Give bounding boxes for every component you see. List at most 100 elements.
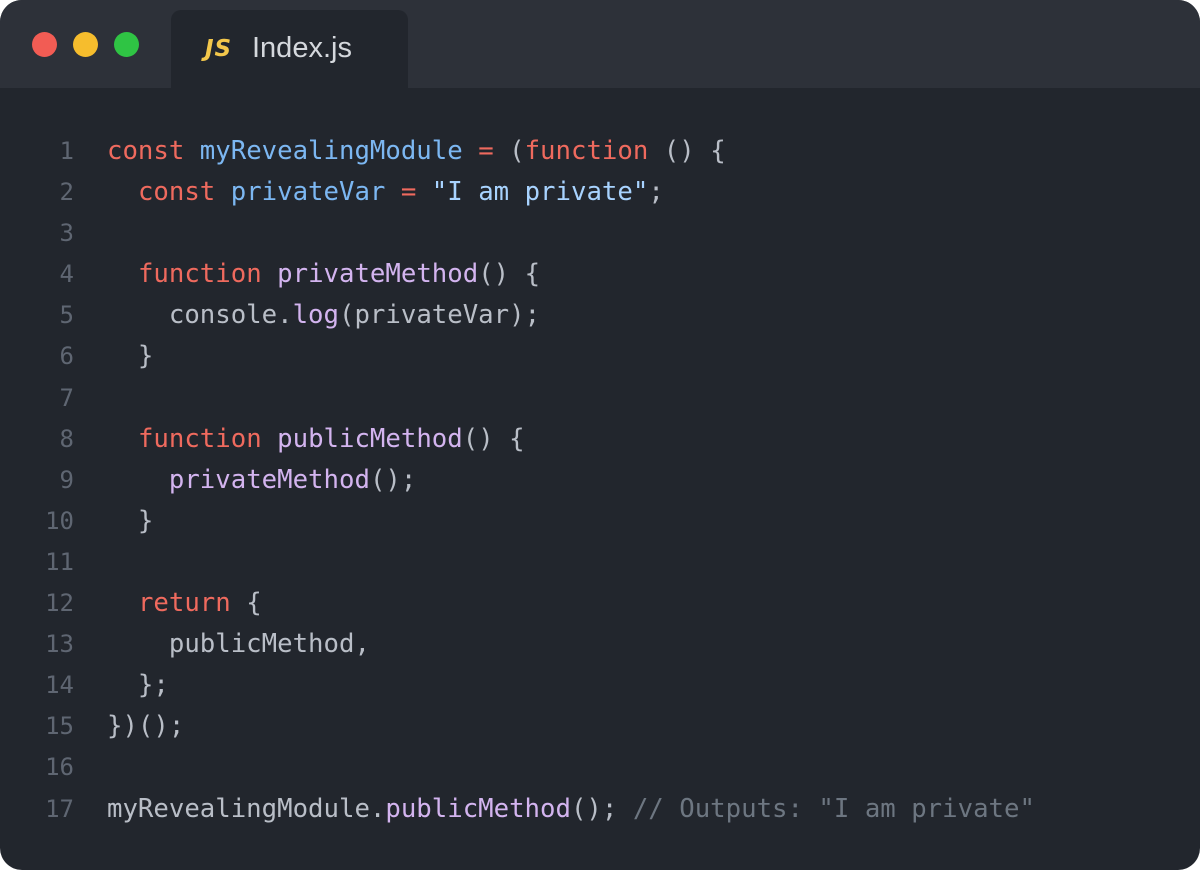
keyword-token: const: [107, 136, 185, 166]
code-line: 3: [0, 213, 1200, 254]
code-line: 16: [0, 747, 1200, 788]
code-line: 14 };: [0, 665, 1200, 706]
code-line: 9 privateMethod();: [0, 460, 1200, 501]
function-token: publicMethod: [385, 793, 571, 824]
line-number: 17: [45, 794, 74, 823]
plain-token: myRevealingModule.: [107, 793, 386, 824]
code-text: }: [107, 501, 153, 542]
code-text: const privateVar = "I am private";: [107, 172, 664, 213]
tab-title: Index.js: [252, 32, 352, 64]
keyword-token: function: [524, 136, 649, 166]
plain-token: () {: [648, 136, 726, 166]
plain-token: ;: [648, 177, 664, 208]
line-number: 10: [45, 506, 74, 535]
code-text: privateMethod();: [107, 460, 416, 501]
code-text: myRevealingModule.publicMethod(); // Out…: [107, 789, 1035, 830]
line-number: 4: [59, 260, 74, 289]
code-text: return {: [107, 583, 262, 624]
function-token: log: [292, 300, 339, 331]
javascript-file-icon: JS: [205, 36, 233, 62]
line-number: 8: [59, 424, 74, 453]
code-line: 12 return {: [0, 583, 1200, 624]
code-line: 7: [0, 378, 1200, 419]
line-number: 15: [45, 712, 74, 741]
tab-index-js[interactable]: JS Index.js: [171, 10, 408, 88]
keyword-token: =: [400, 177, 417, 208]
plain-token: ();: [570, 793, 633, 824]
code-text: }: [107, 336, 153, 377]
line-number: 12: [45, 589, 74, 618]
keyword-token: const: [137, 177, 216, 208]
minimize-window-button[interactable]: [73, 32, 98, 57]
plain-token: publicMethod,: [107, 629, 370, 660]
code-line: 6 }: [0, 336, 1200, 377]
plain-token: }: [107, 341, 154, 372]
string-token: "I am private": [431, 177, 649, 208]
code-editor[interactable]: 1 const myRevealingModule = (function () …: [0, 131, 1200, 830]
plain-token: (: [493, 136, 525, 166]
variable-token: myRevealingModule: [199, 136, 463, 166]
code-text: function privateMethod() {: [107, 254, 540, 295]
line-number: 1: [59, 137, 74, 165]
keyword-token: function: [137, 423, 262, 454]
line-number: 9: [59, 465, 74, 494]
variable-token: privateVar: [230, 177, 386, 208]
code-text: })();: [107, 706, 184, 747]
keyword-token: function: [137, 259, 262, 290]
keyword-token: return: [137, 588, 231, 619]
code-line: 2 const privateVar = "I am private";: [0, 172, 1200, 213]
plain-token: {: [230, 588, 262, 619]
plain-token: (privateVar);: [339, 300, 541, 331]
plain-token: ();: [369, 464, 417, 495]
keyword-token: =: [478, 136, 494, 166]
plain-token: () {: [462, 423, 525, 454]
code-window: JS Index.js 1 const myRevealingModule = (…: [0, 0, 1200, 870]
code-line: 17 myRevealingModule.publicMethod(); // O…: [0, 789, 1200, 830]
line-number: 13: [45, 630, 74, 659]
code-line: 13 publicMethod,: [0, 624, 1200, 665]
function-token: publicMethod: [277, 423, 463, 454]
line-number: 5: [59, 301, 74, 330]
plain-token: () {: [478, 259, 541, 290]
code-text: function publicMethod() {: [107, 419, 525, 460]
line-number: 7: [59, 383, 74, 412]
code-line: 10 }: [0, 501, 1200, 542]
code-text: publicMethod,: [107, 624, 370, 665]
code-line: 5 console.log(privateVar);: [0, 295, 1200, 336]
code-line: 15 })();: [0, 706, 1200, 747]
code-line: 1 const myRevealingModule = (function () …: [0, 131, 1200, 172]
code-text: const myRevealingModule = (function () {: [107, 131, 726, 172]
line-number: 16: [45, 753, 74, 782]
code-line: 8 function publicMethod() {: [0, 419, 1200, 460]
line-number: 14: [45, 671, 74, 700]
title-bar: JS Index.js: [0, 0, 1200, 88]
plain-token: console.: [107, 300, 293, 331]
comment-token: // Outputs: "I am private": [632, 793, 1035, 824]
function-token: privateMethod: [277, 259, 479, 290]
function-token: privateMethod: [168, 464, 370, 495]
code-text: };: [107, 665, 169, 706]
plain-token: };: [107, 670, 169, 701]
close-window-button[interactable]: [32, 32, 57, 57]
line-number: 3: [59, 219, 74, 248]
line-number: 2: [59, 178, 74, 207]
code-line: 11: [0, 542, 1200, 583]
code-line: 4 function privateMethod() {: [0, 254, 1200, 295]
plain-token: })();: [107, 711, 185, 742]
line-number: 6: [59, 342, 74, 371]
maximize-window-button[interactable]: [114, 32, 139, 57]
line-number: 11: [45, 547, 74, 576]
code-text: console.log(privateVar);: [107, 295, 540, 336]
plain-token: }: [107, 505, 154, 536]
